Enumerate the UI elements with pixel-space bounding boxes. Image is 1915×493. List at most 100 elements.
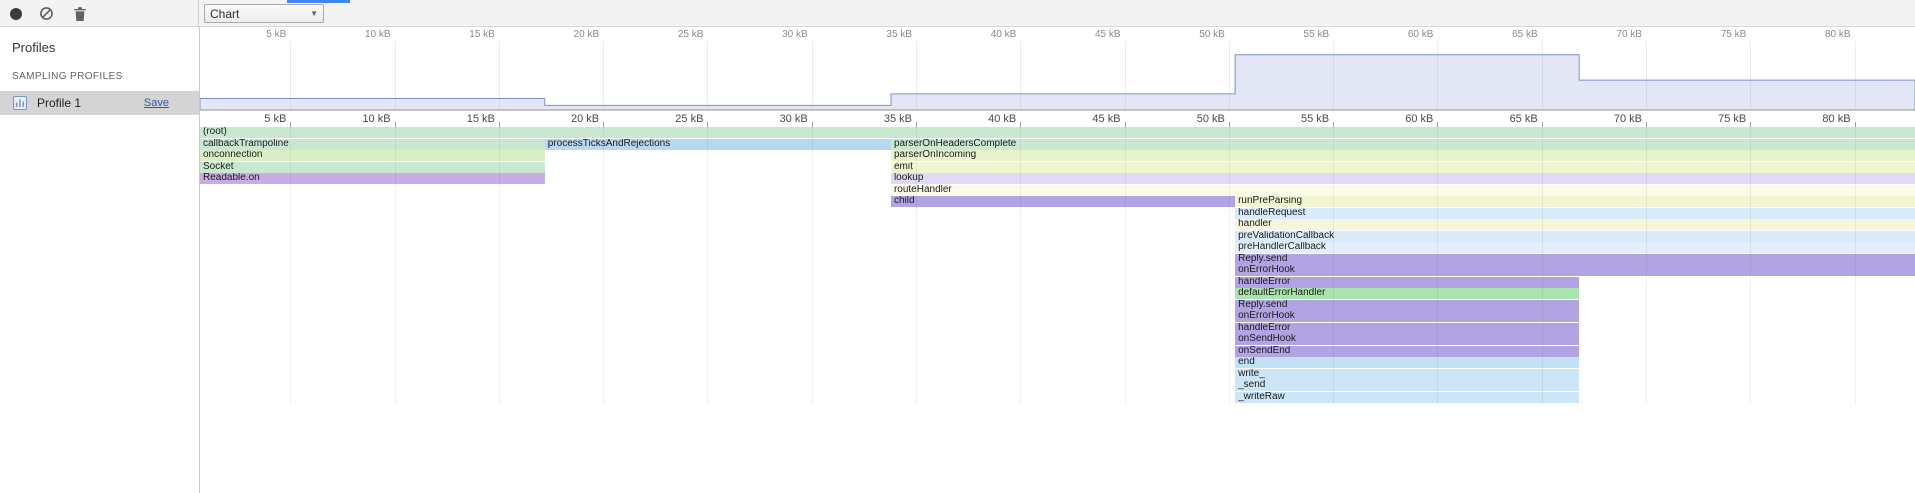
flame-bar[interactable]: Reply.send bbox=[1235, 300, 1579, 311]
flame-bar-label: onErrorHook bbox=[1238, 265, 1295, 275]
flame-bar-label: runPreParsing bbox=[1238, 196, 1302, 206]
flame-bar-label: defaultErrorHandler bbox=[1238, 288, 1325, 298]
flame-bar[interactable]: runPreParsing bbox=[1235, 196, 1915, 207]
flame-bar[interactable]: preHandlerCallback bbox=[1235, 242, 1915, 253]
chevron-down-icon: ▼ bbox=[310, 10, 318, 18]
flame-bar[interactable]: preValidationCallback bbox=[1235, 231, 1915, 242]
flame-bar-label: Reply.send bbox=[1238, 254, 1287, 264]
flame-bar-label: handler bbox=[1238, 219, 1271, 229]
flame-bar[interactable]: defaultErrorHandler bbox=[1235, 288, 1579, 299]
flame-bar-label: child bbox=[894, 196, 915, 206]
flame-bar[interactable]: handleError bbox=[1235, 323, 1579, 334]
flame-bar[interactable]: handler bbox=[1235, 219, 1915, 230]
toolbar: Chart ▼ bbox=[0, 0, 1915, 27]
flame-bar[interactable]: onSendEnd bbox=[1235, 346, 1579, 357]
flame-bar-label: (root) bbox=[203, 127, 227, 137]
flame-bar[interactable]: write_ bbox=[1235, 369, 1579, 380]
flame-bar[interactable]: onErrorHook bbox=[1235, 311, 1579, 322]
profile-icon bbox=[12, 95, 28, 111]
flame-bar[interactable]: handleRequest bbox=[1235, 208, 1915, 219]
delete-profile-button[interactable] bbox=[70, 0, 90, 27]
record-icon bbox=[10, 8, 22, 20]
flame-bar-label: preHandlerCallback bbox=[1238, 242, 1326, 252]
flame-bar-label: _send bbox=[1238, 380, 1265, 390]
sidebar: Profiles SAMPLING PROFILES Profile 1 Sav… bbox=[0, 27, 200, 493]
main-ruler: 5 kB 10 kB 15 kB 20 kB 25 kB 30 kB 35 kB 40 kB 4… bbox=[200, 111, 1915, 127]
flame-bar[interactable]: parserOnHeadersComplete bbox=[891, 139, 1915, 150]
flame-bar[interactable]: (root) bbox=[200, 127, 1915, 138]
flame-bar-label: callbackTrampoline bbox=[203, 139, 289, 149]
flame-bar[interactable]: onSendHook bbox=[1235, 334, 1579, 345]
flame-bar-label: emit bbox=[894, 162, 913, 172]
tab-indicator bbox=[287, 0, 350, 3]
flame-bar-label: handleError bbox=[1238, 323, 1290, 333]
ruler-tick-label: 40 kB bbox=[988, 113, 1020, 125]
ruler-tick-label: 15 kB bbox=[467, 113, 499, 125]
flame-chart-area: 5 kB 10 kB 15 kB 20 kB 25 kB 30 kB 35 kB 40 kB 4… bbox=[200, 27, 1915, 493]
ruler-tick-label: 75 kB bbox=[1718, 113, 1750, 125]
flame-bar-label: Reply.send bbox=[1238, 300, 1287, 310]
trash-icon bbox=[73, 6, 87, 22]
view-select-value: Chart bbox=[210, 7, 239, 21]
profiles-heading: Profiles bbox=[12, 40, 55, 55]
ruler-tick-label: 25 kB bbox=[675, 113, 707, 125]
flame-chart[interactable]: (root) callbackTrampoline processTicksAndR… bbox=[200, 127, 1915, 493]
flame-bar-label: onErrorHook bbox=[1238, 311, 1295, 321]
flame-bar-label: preValidationCallback bbox=[1238, 231, 1334, 241]
save-link[interactable]: Save bbox=[144, 97, 169, 109]
flame-bar[interactable]: handleError bbox=[1235, 277, 1579, 288]
flame-bar-label: Readable.on bbox=[203, 173, 260, 183]
ruler-tick-label: 5 kB bbox=[264, 113, 290, 125]
profile-item[interactable]: Profile 1 Save bbox=[0, 91, 199, 115]
ruler-tick-label: 10 kB bbox=[362, 113, 394, 125]
flame-bar-label: handleRequest bbox=[1238, 208, 1305, 218]
ruler-tick-label: 30 kB bbox=[780, 113, 812, 125]
flame-bar-label: parserOnIncoming bbox=[894, 150, 976, 160]
flame-bar[interactable]: lookup bbox=[891, 173, 1915, 184]
flame-bar-label: parserOnHeadersComplete bbox=[894, 139, 1016, 149]
chart-view-select[interactable]: Chart ▼ bbox=[204, 4, 324, 23]
memory-profiler-panel: Chart ▼ Profiles SAMPLING PROFILES Profi… bbox=[0, 0, 1915, 493]
flame-bars: (root) callbackTrampoline processTicksAndR… bbox=[200, 127, 1915, 493]
ruler-tick-label: 65 kB bbox=[1510, 113, 1542, 125]
flame-bar[interactable]: routeHandler bbox=[891, 185, 1915, 196]
flame-bar-label: end bbox=[1238, 357, 1255, 367]
flame-bar-label: handleError bbox=[1238, 277, 1290, 287]
ruler-tick-label: 50 kB bbox=[1197, 113, 1229, 125]
flame-bar-label: onSendHook bbox=[1238, 334, 1296, 344]
clear-profiles-button[interactable] bbox=[36, 0, 56, 27]
clear-icon bbox=[39, 6, 54, 21]
flame-bar[interactable]: Readable.on bbox=[200, 173, 545, 184]
sampling-profiles-heading: SAMPLING PROFILES bbox=[12, 71, 123, 82]
flame-bar[interactable]: onErrorHook bbox=[1235, 265, 1915, 276]
flame-bar[interactable]: emit bbox=[891, 162, 1915, 173]
flame-bar-label: lookup bbox=[894, 173, 923, 183]
flame-bar-label: onSendEnd bbox=[1238, 346, 1290, 356]
flame-bar-label: Socket bbox=[203, 162, 234, 172]
flame-bar[interactable]: processTicksAndRejections bbox=[545, 139, 891, 150]
flame-bar[interactable]: end bbox=[1235, 357, 1579, 368]
ruler-tick-label: 80 kB bbox=[1822, 113, 1854, 125]
flame-bar[interactable]: Socket bbox=[200, 162, 545, 173]
flame-bar-label: _writeRaw bbox=[1238, 392, 1285, 402]
profile-name: Profile 1 bbox=[37, 96, 81, 110]
flame-bar-label: onconnection bbox=[203, 150, 263, 160]
flame-bar[interactable]: _writeRaw bbox=[1235, 392, 1579, 403]
flame-bar-label: routeHandler bbox=[894, 185, 952, 195]
record-button[interactable] bbox=[6, 0, 26, 27]
toolbar-separator bbox=[198, 0, 199, 27]
flame-bar[interactable]: Reply.send bbox=[1235, 254, 1915, 265]
overview-pane[interactable]: 5 kB10 kB15 kB20 kB25 kB30 kB35 kB40 kB4… bbox=[200, 27, 1915, 111]
flame-bar[interactable]: callbackTrampoline bbox=[200, 139, 545, 150]
overview-graph bbox=[200, 27, 1915, 110]
flame-bar[interactable]: onconnection bbox=[200, 150, 545, 161]
flame-bar[interactable]: _send bbox=[1235, 380, 1579, 391]
ruler-tick-label: 45 kB bbox=[1092, 113, 1124, 125]
ruler-tick-label: 35 kB bbox=[884, 113, 916, 125]
ruler-tick-label: 55 kB bbox=[1301, 113, 1333, 125]
ruler-tick-label: 60 kB bbox=[1405, 113, 1437, 125]
ruler-tick-label: 20 kB bbox=[571, 113, 603, 125]
flame-bar[interactable]: child bbox=[891, 196, 1235, 207]
flame-bar[interactable]: parserOnIncoming bbox=[891, 150, 1915, 161]
flame-bar-label: write_ bbox=[1238, 369, 1265, 379]
